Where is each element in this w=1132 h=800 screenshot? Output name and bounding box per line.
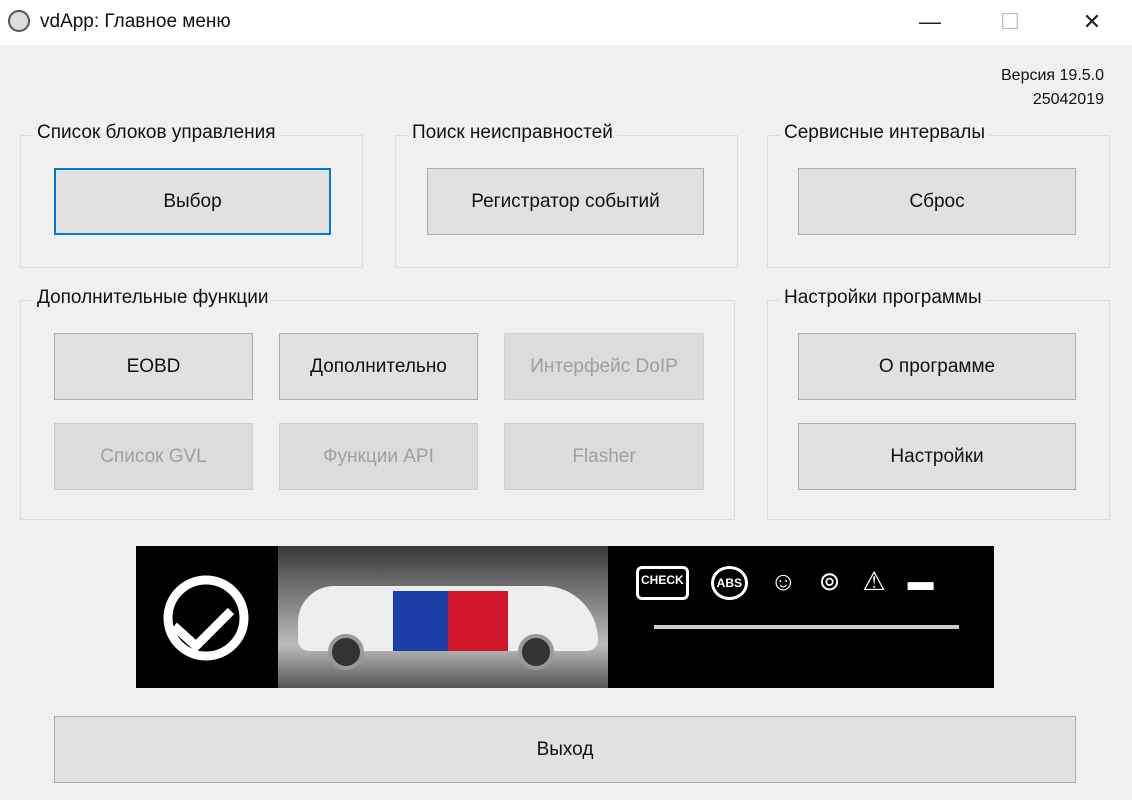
exit-button[interactable]: Выход xyxy=(54,716,1076,783)
maximize-button[interactable]: ☐ xyxy=(990,6,1030,38)
window-title: vdApp: Главное меню xyxy=(40,11,231,32)
battery-icon: ▬ xyxy=(907,566,934,596)
car-image xyxy=(278,546,608,688)
gvl-list-button[interactable]: Список GVL xyxy=(54,423,253,490)
warning-icon: ⚠ xyxy=(862,566,886,596)
version-label: Версия 19.5.0 xyxy=(1001,67,1104,84)
abs-icon: ABS xyxy=(710,566,749,600)
steering-icon: ⊚ xyxy=(818,566,841,596)
select-button[interactable]: Выбор xyxy=(54,168,331,235)
api-functions-button[interactable]: Функции API xyxy=(279,423,478,490)
check-engine-icon: CHECK xyxy=(636,566,689,600)
group-label: Поиск неисправностей xyxy=(408,122,617,144)
event-recorder-button[interactable]: Регистратор событий xyxy=(427,168,704,235)
group-label: Дополнительные функции xyxy=(33,287,273,309)
airbag-icon: ☺ xyxy=(770,566,797,596)
version-info: Версия 19.5.0 25042019 xyxy=(1001,64,1104,112)
logo-icon xyxy=(163,575,249,661)
about-button[interactable]: О программе xyxy=(798,333,1076,400)
banner-divider xyxy=(654,625,959,629)
warning-icons: CHECK ABS ☺ ⊚ ⚠ ▬ xyxy=(636,566,934,600)
banner-image: CHECK ABS ☺ ⊚ ⚠ ▬ xyxy=(136,546,994,688)
app-icon xyxy=(8,10,30,32)
group-label: Настройки программы xyxy=(780,287,986,309)
settings-button[interactable]: Настройки xyxy=(798,423,1076,490)
build-number: 25042019 xyxy=(1032,91,1104,108)
additional-button[interactable]: Дополнительно xyxy=(279,333,478,400)
reset-button[interactable]: Сброс xyxy=(798,168,1076,235)
title-bar: vdApp: Главное меню — ☐ ✕ xyxy=(0,0,1132,45)
doip-interface-button[interactable]: Интерфейс DoIP xyxy=(504,333,704,400)
close-button[interactable]: ✕ xyxy=(1072,6,1112,38)
flasher-button[interactable]: Flasher xyxy=(504,423,704,490)
eobd-button[interactable]: EOBD xyxy=(54,333,253,400)
minimize-button[interactable]: — xyxy=(910,6,950,38)
group-label: Сервисные интервалы xyxy=(780,122,989,144)
group-label: Список блоков управления xyxy=(33,122,280,144)
